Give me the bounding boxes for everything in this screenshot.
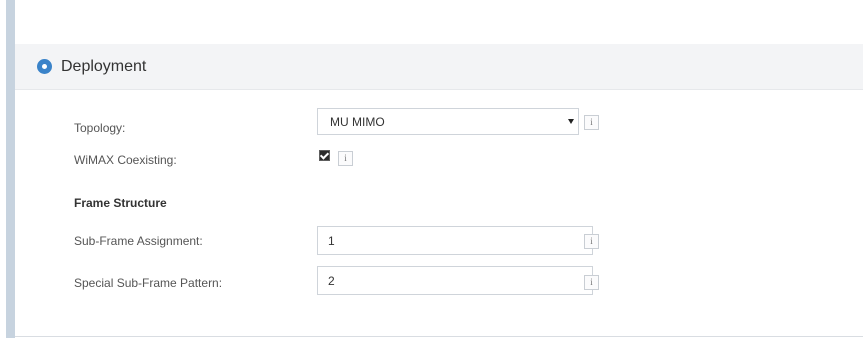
special-sub-frame-pattern-label: Special Sub-Frame Pattern: bbox=[74, 276, 223, 290]
sub-frame-assignment-input[interactable]: 1 bbox=[317, 226, 593, 255]
info-icon[interactable]: i bbox=[584, 275, 599, 290]
wimax-coexisting-label: WiMAX Coexisting: bbox=[74, 153, 177, 167]
wimax-coexisting-checkbox[interactable] bbox=[319, 150, 330, 161]
frame-structure-heading: Frame Structure bbox=[74, 196, 167, 210]
panel-header[interactable]: Deployment bbox=[15, 44, 863, 90]
left-rail bbox=[6, 0, 15, 338]
special-sub-frame-pattern-value: 2 bbox=[328, 273, 335, 288]
info-icon[interactable]: i bbox=[338, 151, 353, 166]
special-sub-frame-pattern-input[interactable]: 2 bbox=[317, 266, 593, 295]
topology-label: Topology: bbox=[74, 121, 126, 135]
panel-title: Deployment bbox=[61, 57, 147, 75]
panel-bottom-border bbox=[15, 336, 863, 337]
sub-frame-assignment-value: 1 bbox=[328, 233, 335, 248]
topology-select-value: MU MIMO bbox=[330, 114, 385, 129]
caret-down-icon[interactable] bbox=[568, 119, 574, 124]
collapse-circle-icon[interactable] bbox=[37, 59, 52, 74]
page: Deployment Topology: MU MIMO i WiMAX Coe… bbox=[0, 0, 863, 338]
info-icon[interactable]: i bbox=[584, 234, 599, 249]
sub-frame-assignment-label: Sub-Frame Assignment: bbox=[74, 234, 203, 248]
deployment-panel: Deployment Topology: MU MIMO i WiMAX Coe… bbox=[15, 44, 863, 338]
topology-select[interactable]: MU MIMO bbox=[317, 108, 579, 135]
info-icon[interactable]: i bbox=[584, 115, 599, 130]
